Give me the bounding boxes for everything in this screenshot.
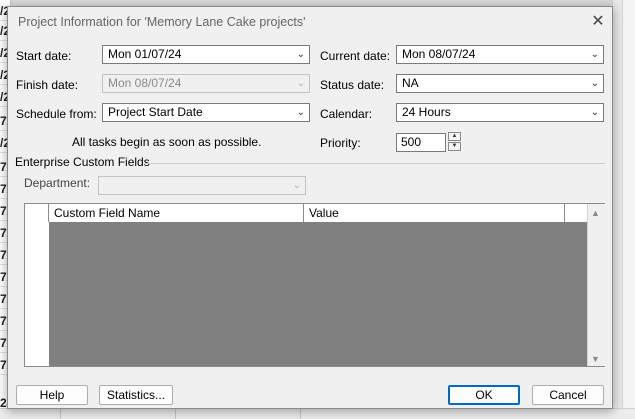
- grid-empty-area: [49, 222, 587, 366]
- finish-date-dropdown: Mon 08/07/24 ⌄: [102, 74, 310, 93]
- section-divider: [145, 163, 605, 164]
- custom-fields-grid: Custom Field Name Value ▲ ▼: [24, 203, 605, 367]
- priority-label: Priority:: [320, 136, 361, 150]
- help-button[interactable]: Help: [16, 385, 88, 405]
- project-information-dialog: Project Information for 'Memory Lane Cak…: [7, 6, 613, 409]
- grid-header: Custom Field Name Value: [25, 204, 565, 223]
- chevron-down-icon: ⌄: [296, 78, 305, 89]
- scroll-up-icon[interactable]: ▲: [591, 208, 600, 218]
- statistics-button[interactable]: Statistics...: [99, 385, 173, 405]
- start-date-value: Mon 01/07/24: [108, 47, 182, 61]
- column-header-value[interactable]: Value: [304, 204, 565, 222]
- background-status-strip: [0, 408, 635, 419]
- calendar-label: Calendar:: [320, 107, 373, 121]
- department-label: Department:: [24, 176, 91, 190]
- current-date-label: Current date:: [320, 49, 391, 63]
- schedule-from-label: Schedule from:: [16, 107, 97, 121]
- status-date-dropdown[interactable]: NA ⌄: [396, 74, 604, 93]
- chevron-down-icon: ⌄: [590, 49, 599, 60]
- current-date-value: Mon 08/07/24: [402, 47, 476, 61]
- priority-spinner[interactable]: ▲ ▼: [448, 132, 461, 152]
- spin-down-icon[interactable]: ▼: [448, 142, 461, 151]
- chevron-down-icon: ⌄: [296, 107, 305, 118]
- finish-date-label: Finish date:: [16, 78, 79, 92]
- grid-corner-cell: [25, 204, 49, 222]
- schedule-from-dropdown[interactable]: Project Start Date ⌄: [102, 103, 310, 122]
- priority-input[interactable]: 500: [396, 133, 446, 152]
- chevron-down-icon: ⌄: [590, 107, 599, 118]
- grid-row-header: [25, 222, 50, 366]
- finish-date-value: Mon 08/07/24: [108, 76, 182, 90]
- schedule-info-text: All tasks begin as soon as possible.: [72, 135, 262, 149]
- current-date-dropdown[interactable]: Mon 08/07/24 ⌄: [396, 45, 604, 64]
- schedule-from-value: Project Start Date: [108, 105, 203, 119]
- chevron-down-icon: ⌄: [292, 180, 301, 191]
- dialog-title: Project Information for 'Memory Lane Cak…: [18, 15, 306, 29]
- cancel-button[interactable]: Cancel: [532, 385, 604, 405]
- scroll-down-icon[interactable]: ▼: [591, 354, 600, 364]
- background-scroll-column: [622, 0, 635, 418]
- grid-vertical-scrollbar[interactable]: ▲ ▼: [587, 204, 605, 366]
- close-icon[interactable]: ✕: [586, 11, 610, 33]
- column-header-custom-field-name[interactable]: Custom Field Name: [49, 204, 304, 222]
- grid-header-extension: [565, 204, 587, 223]
- chevron-down-icon: ⌄: [590, 78, 599, 89]
- enterprise-section-label: Enterprise Custom Fields: [15, 155, 150, 169]
- start-date-dropdown[interactable]: Mon 01/07/24 ⌄: [102, 45, 310, 64]
- calendar-value: 24 Hours: [402, 105, 451, 119]
- chevron-down-icon: ⌄: [296, 49, 305, 60]
- status-date-value: NA: [402, 76, 419, 90]
- start-date-label: Start date:: [16, 49, 72, 63]
- spin-up-icon[interactable]: ▲: [448, 132, 461, 141]
- department-dropdown: ⌄: [98, 176, 306, 195]
- calendar-dropdown[interactable]: 24 Hours ⌄: [396, 103, 604, 122]
- ok-button[interactable]: OK: [448, 385, 520, 405]
- status-date-label: Status date:: [320, 78, 385, 92]
